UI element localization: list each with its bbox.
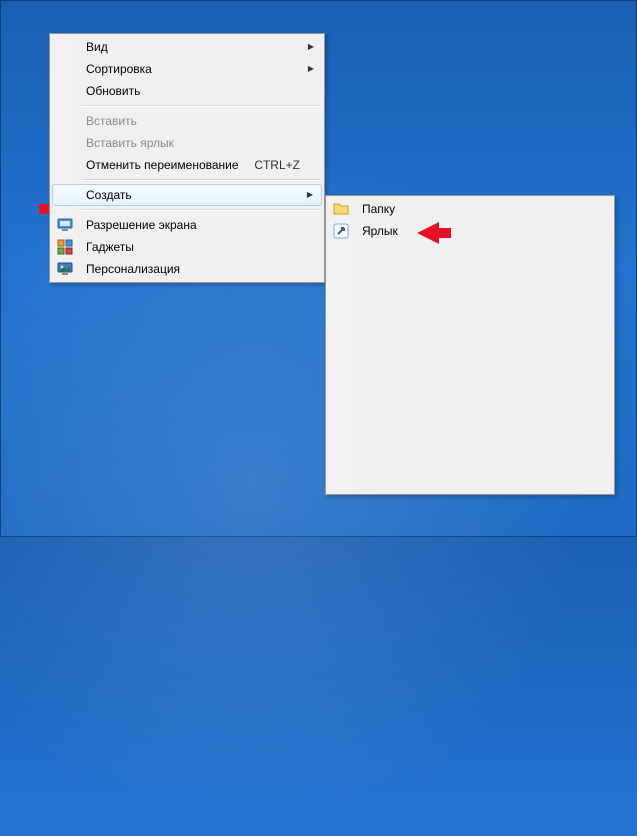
pointer-arrow-shortcut — [417, 222, 439, 244]
submenu-item-folder[interactable]: Папку — [328, 198, 612, 220]
create-submenu: Папку Ярлык — [325, 195, 615, 495]
menu-item-label: Вид — [86, 40, 108, 54]
menu-separator — [82, 209, 320, 211]
menu-item-view[interactable]: Вид — [52, 36, 322, 58]
menu-item-label: Папку — [362, 202, 395, 216]
submenu-item-shortcut[interactable]: Ярлык — [328, 220, 612, 242]
menu-item-label: Отменить переименование — [86, 158, 239, 172]
menu-item-label: Гаджеты — [86, 240, 134, 254]
menu-icon-gutter — [328, 198, 354, 492]
menu-item-label: Сортировка — [86, 62, 152, 76]
menu-item-label: Вставить ярлык — [86, 136, 174, 150]
menu-item-label: Обновить — [86, 84, 140, 98]
menu-separator — [82, 179, 320, 181]
menu-item-personalize[interactable]: Персонализация — [52, 258, 322, 280]
desktop-context-menu: Вид Сортировка Обновить Вставить Вставит… — [49, 33, 325, 283]
personalize-icon — [57, 261, 73, 277]
menu-item-gadgets[interactable]: Гаджеты — [52, 236, 322, 258]
menu-item-shortcut: CTRL+Z — [254, 154, 300, 176]
menu-separator — [82, 105, 320, 107]
menu-item-paste-shortcut: Вставить ярлык — [52, 132, 322, 154]
menu-item-undo-rename[interactable]: Отменить переименование CTRL+Z — [52, 154, 322, 176]
shortcut-icon — [333, 223, 349, 239]
menu-item-label: Вставить — [86, 114, 137, 128]
gadgets-icon — [57, 239, 73, 255]
menu-item-create[interactable]: Создать — [52, 184, 322, 206]
folder-icon — [333, 201, 349, 217]
menu-item-label: Ярлык — [362, 224, 398, 238]
menu-item-screen-resolution[interactable]: Разрешение экрана — [52, 214, 322, 236]
monitor-icon — [57, 217, 73, 233]
menu-item-sort[interactable]: Сортировка — [52, 58, 322, 80]
menu-item-paste: Вставить — [52, 110, 322, 132]
menu-item-label: Создать — [86, 188, 132, 202]
menu-item-label: Персонализация — [86, 262, 180, 276]
menu-item-label: Разрешение экрана — [86, 218, 197, 232]
menu-item-refresh[interactable]: Обновить — [52, 80, 322, 102]
